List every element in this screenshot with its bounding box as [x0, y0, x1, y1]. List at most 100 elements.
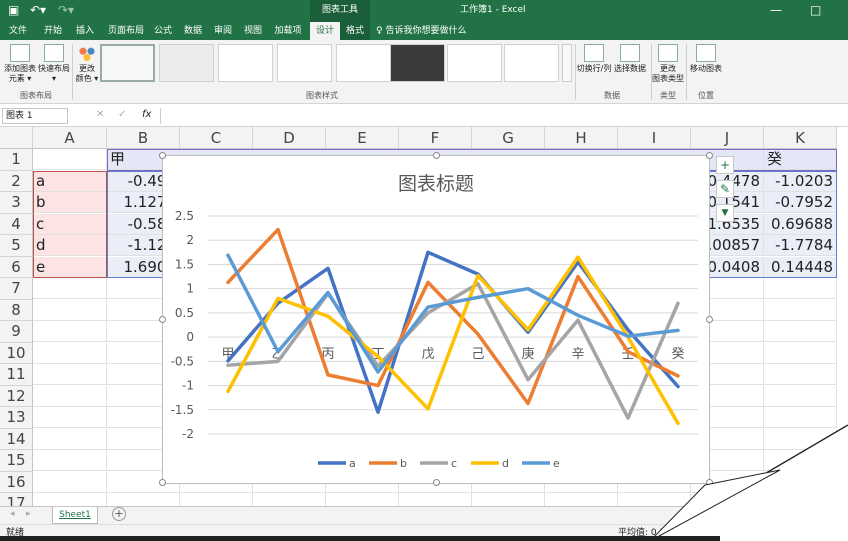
cell-k2[interactable]: -1.0203	[764, 170, 837, 192]
resize-handle[interactable]	[706, 316, 713, 323]
chart-style-4[interactable]	[277, 44, 332, 82]
resize-handle[interactable]	[159, 316, 166, 323]
maximize-button[interactable]: □	[810, 0, 821, 20]
scroll-left-icon[interactable]: ◂	[10, 509, 15, 519]
quick-layout-button[interactable]: 快速布局 ▾	[36, 44, 72, 84]
column-header-e[interactable]: E	[326, 127, 399, 149]
row-header-12[interactable]: 12	[0, 385, 33, 407]
column-header-d[interactable]: D	[253, 127, 326, 149]
add-sheet-button[interactable]: +	[112, 507, 126, 521]
cell[interactable]	[764, 428, 837, 450]
cell-k3[interactable]: -0.7952	[764, 192, 837, 213]
chart-filters-button[interactable]: ▼	[716, 204, 734, 222]
cell-a5[interactable]: d	[33, 235, 107, 256]
row-header-6[interactable]: 6	[0, 256, 33, 278]
row-header-9[interactable]: 9	[0, 321, 33, 343]
chart-elements-button[interactable]: +	[716, 156, 734, 174]
row-header-1[interactable]: 1	[0, 149, 33, 171]
row-header-15[interactable]: 15	[0, 450, 33, 472]
column-header-h[interactable]: H	[545, 127, 618, 149]
undo-icon[interactable]: ↶▾	[30, 3, 46, 17]
move-chart-button[interactable]: 移动图表	[688, 44, 724, 74]
cell[interactable]	[764, 450, 837, 471]
cell[interactable]	[764, 407, 837, 428]
line-chart[interactable]: 图表标题 2.5 2 1.5 1 0.5 0 -0.5 -1 -1.5 -2 甲乙丙丁戊己庚辛壬癸 a b…	[159, 152, 713, 486]
tab-formulas[interactable]: 公式	[150, 22, 176, 40]
cell-a6[interactable]: e	[33, 256, 107, 278]
redo-icon[interactable]: ↷▾	[58, 3, 74, 17]
row-header-5[interactable]: 5	[0, 235, 33, 257]
column-header-a[interactable]: A	[33, 127, 107, 149]
resize-handle[interactable]	[433, 479, 440, 486]
cell[interactable]	[33, 299, 107, 321]
tell-me-box[interactable]: ♀ 告诉我你想要做什么	[376, 22, 466, 40]
scroll-right-icon[interactable]: ▸	[26, 509, 31, 519]
change-chart-type-button[interactable]: 更改 图表类型	[652, 44, 684, 84]
resize-handle[interactable]	[159, 152, 166, 159]
cell[interactable]	[764, 471, 837, 493]
tab-file[interactable]: 文件	[4, 22, 32, 40]
cell[interactable]	[33, 450, 107, 471]
tab-design[interactable]: 设计	[310, 22, 340, 40]
cell[interactable]	[33, 471, 107, 493]
cell[interactable]	[33, 342, 107, 364]
cell-a4[interactable]: c	[33, 213, 107, 235]
cell-k6[interactable]: 0.14448	[764, 256, 837, 278]
tab-insert[interactable]: 插入	[70, 22, 100, 40]
save-icon[interactable]: ▣	[8, 3, 19, 17]
row-header-16[interactable]: 16	[0, 471, 33, 493]
cell[interactable]	[764, 385, 837, 407]
formula-input[interactable]	[160, 108, 844, 124]
sheet-tab-sheet1[interactable]: Sheet1	[52, 507, 98, 524]
tab-view[interactable]: 视图	[240, 22, 266, 40]
chart-style-7[interactable]	[447, 44, 502, 82]
switch-row-column-button[interactable]: 切换行/列	[576, 44, 612, 74]
chart-style-6[interactable]	[390, 44, 445, 82]
column-header-i[interactable]: I	[618, 127, 691, 149]
column-header-j[interactable]: J	[691, 127, 764, 149]
resize-handle[interactable]	[706, 479, 713, 486]
tab-home[interactable]: 开始	[38, 22, 68, 40]
row-header-7[interactable]: 7	[0, 278, 33, 300]
chart-style-3[interactable]	[218, 44, 273, 82]
cell[interactable]	[764, 321, 837, 342]
chart-style-5[interactable]	[336, 44, 391, 82]
row-header-13[interactable]: 13	[0, 407, 33, 429]
tab-review[interactable]: 审阅	[210, 22, 236, 40]
cell-k5[interactable]: -1.7784	[764, 235, 837, 256]
gallery-scroll[interactable]	[562, 44, 572, 82]
tab-page-layout[interactable]: 页面布局	[104, 22, 148, 40]
change-colors-button[interactable]: 更改 颜色 ▾	[74, 44, 100, 84]
row-header-14[interactable]: 14	[0, 428, 33, 450]
cell[interactable]	[33, 407, 107, 428]
chart-style-8[interactable]	[504, 44, 559, 82]
column-header-b[interactable]: B	[107, 127, 180, 149]
resize-handle[interactable]	[433, 152, 440, 159]
row-header-11[interactable]: 11	[0, 364, 33, 386]
tab-data[interactable]: 数据	[180, 22, 206, 40]
row-header-10[interactable]: 10	[0, 342, 33, 364]
cell-k1[interactable]: 癸	[764, 149, 837, 170]
row-header-4[interactable]: 4	[0, 213, 33, 235]
add-chart-element-button[interactable]: 添加图表 元素 ▾	[2, 44, 38, 84]
cell[interactable]	[33, 428, 107, 450]
cell[interactable]	[33, 385, 107, 407]
cell-a3[interactable]: b	[33, 192, 107, 213]
resize-handle[interactable]	[159, 479, 166, 486]
select-all-corner[interactable]	[0, 127, 33, 149]
select-data-button[interactable]: 选择数据	[612, 44, 648, 74]
cell[interactable]	[33, 149, 107, 170]
cell-a2[interactable]: a	[33, 170, 107, 192]
cell[interactable]	[33, 278, 107, 299]
column-header-g[interactable]: G	[472, 127, 545, 149]
row-header-2[interactable]: 2	[0, 170, 33, 192]
name-box[interactable]: 图表 1	[2, 108, 68, 124]
cell[interactable]	[764, 364, 837, 385]
column-header-c[interactable]: C	[180, 127, 253, 149]
row-header-3[interactable]: 3	[0, 192, 33, 214]
cell[interactable]	[33, 321, 107, 342]
enter-icon[interactable]: ✓	[118, 109, 126, 120]
column-header-k[interactable]: K	[764, 127, 837, 149]
resize-handle[interactable]	[706, 152, 713, 159]
cell[interactable]	[764, 278, 837, 299]
